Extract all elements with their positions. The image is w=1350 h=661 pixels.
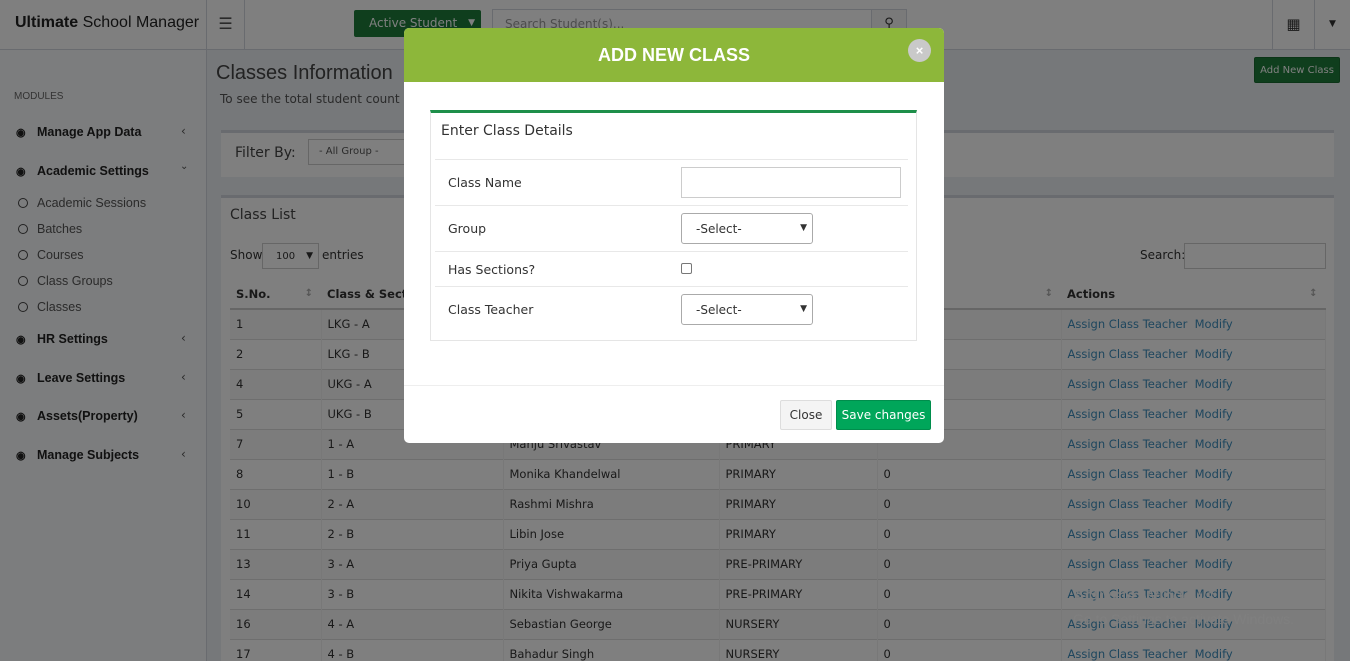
group-label: Group [448,221,487,236]
has-sections-row: Has Sections? [435,251,908,286]
add-class-modal: ADD NEW CLASS × Enter Class Details Clas… [404,28,944,443]
class-teacher-select-value: -Select- [696,303,742,317]
class-teacher-label: Class Teacher [448,302,534,317]
class-details-panel: Enter Class Details Class Name Group -Se… [430,110,917,341]
class-teacher-row: Class Teacher -Select- ▼ [435,286,908,336]
class-name-input[interactable] [681,167,901,198]
panel-title: Enter Class Details [441,123,573,139]
class-name-row: Class Name [435,159,908,205]
group-row: Group -Select- ▼ [435,205,908,251]
has-sections-label: Has Sections? [448,262,536,277]
caret-down-icon: ▼ [800,304,807,314]
modal-header: ADD NEW CLASS × [404,28,944,82]
close-icon[interactable]: × [908,39,931,62]
modal-footer: Close Save changes [404,385,944,443]
class-teacher-select[interactable]: -Select- ▼ [681,294,813,325]
has-sections-checkbox[interactable] [681,263,692,274]
class-name-label: Class Name [448,175,522,190]
save-changes-button[interactable]: Save changes [836,400,931,430]
group-select[interactable]: -Select- ▼ [681,213,813,244]
group-select-value: -Select- [696,222,742,236]
modal-title: ADD NEW CLASS [598,45,750,65]
caret-down-icon: ▼ [800,223,807,233]
close-button[interactable]: Close [780,400,832,430]
